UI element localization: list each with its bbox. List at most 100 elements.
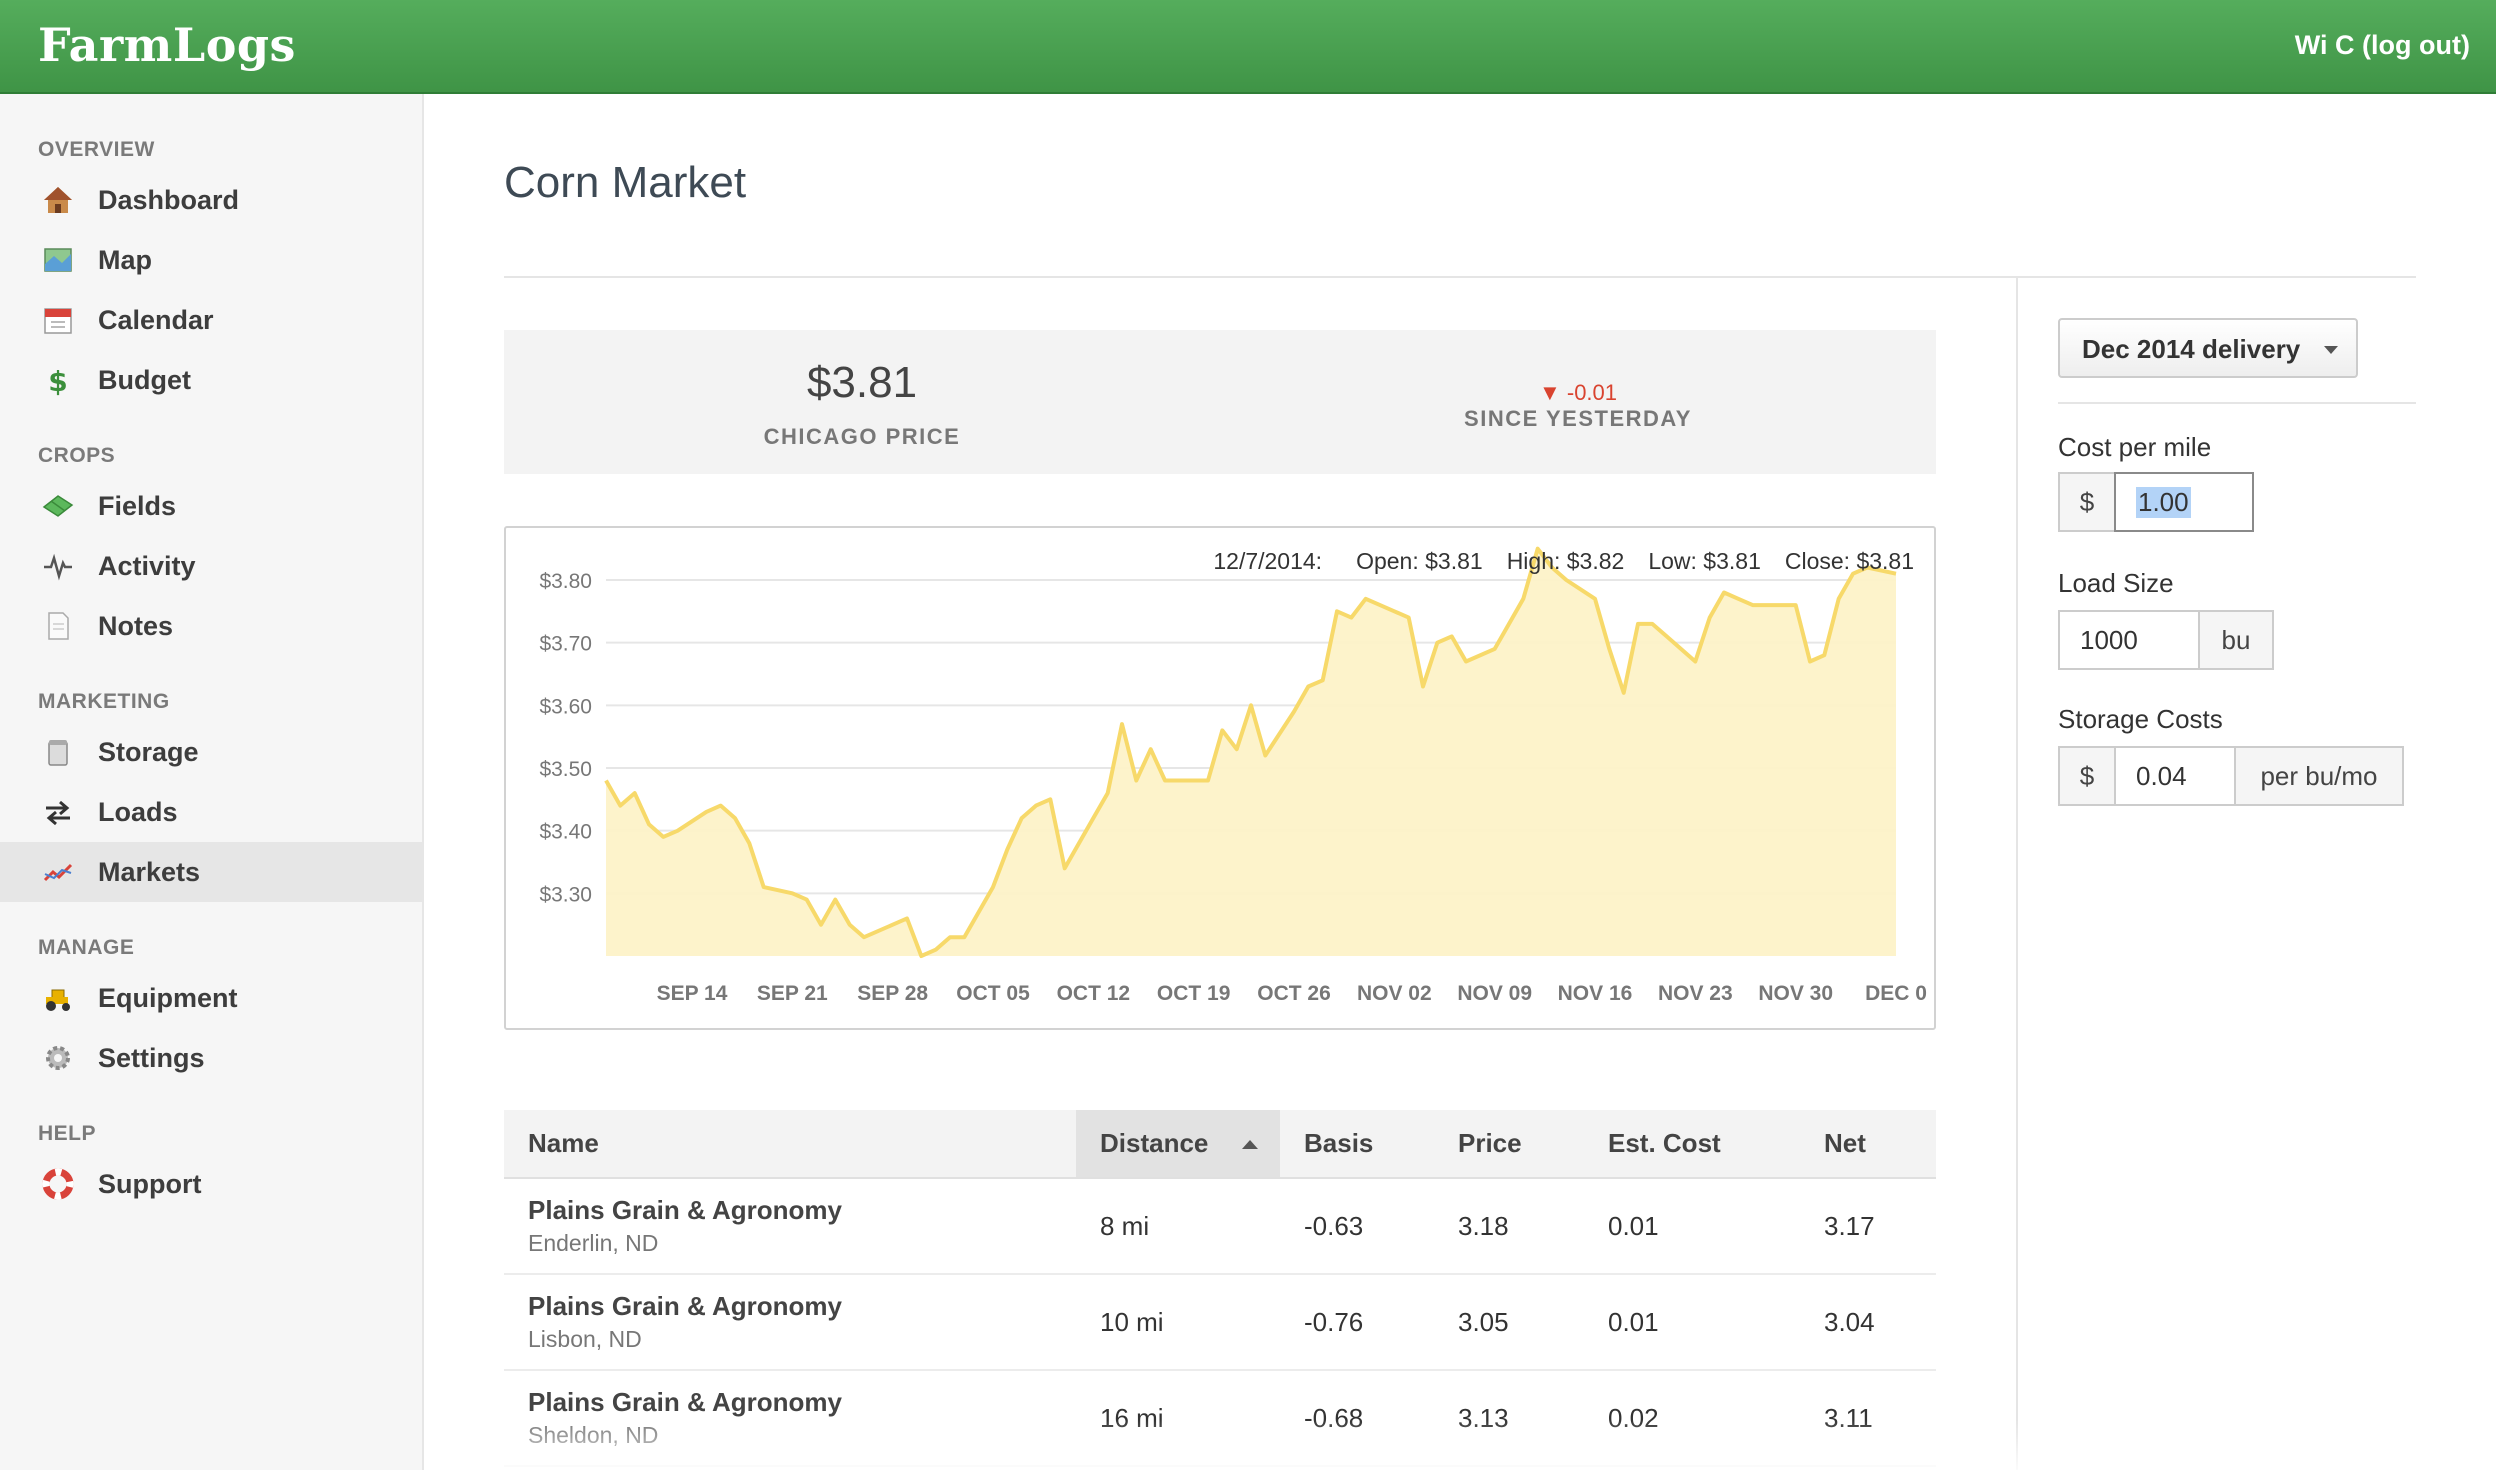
x-tick-label: DEC 0 (1865, 982, 1927, 1005)
cell-distance: 16 mi (1076, 1370, 1280, 1467)
elevator-location: Lisbon, ND (528, 1326, 642, 1352)
cell-basis: -0.76 (1280, 1274, 1434, 1371)
column-header-name[interactable]: Name (504, 1110, 1076, 1179)
divider (2016, 278, 2018, 1470)
sidebar-item-map[interactable]: Map (0, 230, 422, 290)
sidebar-item-label: Notes (98, 611, 174, 641)
sidebar-item-notes[interactable]: Notes (0, 596, 422, 656)
cell-distance: 10 mi (1076, 1274, 1280, 1371)
cost-per-mile-input[interactable]: 1.00 (2114, 472, 2254, 532)
cell-net: 3.17 (1800, 1178, 1936, 1275)
cell-price: 3.05 (1434, 1274, 1584, 1371)
x-tick-label: SEP 21 (757, 982, 828, 1005)
sidebar-item-calendar[interactable]: Calendar (0, 290, 422, 350)
column-header-price[interactable]: Price (1434, 1110, 1584, 1179)
x-tick-label: OCT 05 (956, 982, 1030, 1005)
storage-costs-value: 0.04 (2136, 760, 2187, 791)
cell-net: 3.11 (1800, 1370, 1936, 1467)
chevron-down-icon (2324, 346, 2338, 354)
sidebar-item-activity[interactable]: Activity (0, 536, 422, 596)
storage-costs-group: $ 0.04 per bu/mo (2058, 746, 2404, 806)
sidebar-item-storage[interactable]: Storage (0, 722, 422, 782)
sidebar-item-label: Fields (98, 491, 177, 521)
sidebar-item-label: Loads (98, 797, 178, 827)
sidebar-item-label: Support (98, 1169, 202, 1199)
storage-costs-input[interactable]: 0.04 (2114, 746, 2236, 806)
table-row[interactable]: Plains Grain & Agronomy Enderlin, ND 8 mi… (504, 1178, 1936, 1275)
table-row[interactable]: Plains Grain & Agronomy Sheldon, ND 16 mi… (504, 1370, 1936, 1467)
elevator-location: Sheldon, ND (528, 1422, 659, 1448)
section-title-manage: MANAGE (38, 936, 135, 959)
price-chart-svg[interactable]: $3.80 $3.70 $3.60 $3.50 $3.40 $3.30 SEP 14 SEP … (506, 528, 1934, 1028)
x-tick-label: SEP 14 (657, 982, 728, 1005)
gear-icon (46, 1046, 70, 1070)
house-icon (44, 187, 72, 213)
column-header-basis[interactable]: Basis (1280, 1110, 1434, 1179)
cell-name: Plains Grain & Agronomy Lisbon, ND (504, 1274, 1076, 1371)
column-header-net[interactable]: Net (1800, 1110, 1936, 1179)
y-tick-label: $3.40 (539, 821, 592, 844)
y-tick-label: $3.50 (539, 758, 592, 781)
sidebar-item-label: Calendar (98, 305, 214, 335)
load-size-label: Load Size (2058, 568, 2174, 598)
sort-ascending-icon (1242, 1140, 1258, 1149)
load-size-group: 1000 bu (2058, 610, 2274, 670)
cost-per-mile-label: Cost per mile (2058, 432, 2212, 462)
cost-per-mile-group: $ 1.00 (2058, 472, 2254, 532)
sidebar-item-fields[interactable]: Fields (0, 476, 422, 536)
top-bar: FarmLogs Wi C (log out) (0, 0, 2496, 94)
x-tick-label: NOV 02 (1357, 982, 1432, 1005)
cell-price: 3.13 (1434, 1370, 1584, 1467)
sidebar-item-support[interactable]: Support (0, 1154, 422, 1214)
cell-distance: 8 mi (1076, 1178, 1280, 1275)
sidebar-item-budget[interactable]: $ Budget (0, 350, 422, 410)
x-tick-label: NOV 23 (1658, 982, 1733, 1005)
sidebar-item-label: Activity (98, 551, 196, 581)
y-tick-label: $3.70 (539, 633, 592, 656)
elevator-name: Plains Grain & Agronomy (528, 1387, 842, 1417)
sidebar-item-dashboard[interactable]: Dashboard (0, 170, 422, 230)
price-chart[interactable]: $3.80 $3.70 $3.60 $3.50 $3.40 $3.30 SEP 14 SEP … (504, 526, 1936, 1030)
page-title: Corn Market (504, 158, 747, 207)
cell-est-cost: 0.01 (1584, 1178, 1800, 1275)
sidebar-item-loads[interactable]: Loads (0, 782, 422, 842)
sidebar-item-equipment[interactable]: Equipment (0, 968, 422, 1028)
tooltip-open: Open: $3.81 (1356, 548, 1483, 574)
cell-est-cost: 0.01 (1584, 1274, 1800, 1371)
field-icon (42, 495, 74, 517)
load-size-input[interactable]: 1000 (2058, 610, 2200, 670)
table-row[interactable]: Plains Grain & Agronomy Lisbon, ND 10 mi … (504, 1274, 1936, 1371)
tooltip-low: Low: $3.81 (1648, 548, 1761, 574)
sidebar-item-label: Equipment (98, 983, 238, 1013)
user-logout-link[interactable]: Wi C (log out) (2295, 30, 2470, 61)
x-tick-label: NOV 09 (1457, 982, 1532, 1005)
column-header-est-cost[interactable]: Est. Cost (1584, 1110, 1800, 1179)
tractor-icon (46, 989, 70, 1011)
tooltip-close: Close: $3.81 (1784, 548, 1914, 574)
column-header-label: Distance (1100, 1128, 1209, 1158)
section-title-help: HELP (38, 1122, 97, 1145)
x-tick-label: OCT 26 (1257, 982, 1331, 1005)
x-tick-label: OCT 12 (1057, 982, 1131, 1005)
map-icon (44, 248, 72, 272)
x-tick-label: NOV 16 (1558, 982, 1633, 1005)
sidebar-item-label: Dashboard (98, 185, 240, 215)
brand-logo[interactable]: FarmLogs (38, 18, 296, 72)
chicago-price-label: CHICAGO PRICE (763, 424, 961, 449)
lifebuoy-icon (42, 1168, 74, 1200)
delivery-month-select[interactable]: Dec 2014 delivery (2058, 318, 2358, 378)
sidebar-item-label: Map (98, 245, 152, 275)
storage-icon (48, 740, 68, 766)
column-header-distance[interactable]: Distance (1076, 1110, 1280, 1179)
divider (2058, 402, 2416, 404)
svg-text:$: $ (48, 365, 67, 396)
cost-per-mile-value: 1.00 (2136, 486, 2191, 518)
sidebar-item-settings[interactable]: Settings (0, 1028, 422, 1088)
sidebar-item-label: Settings (98, 1043, 205, 1073)
elevator-location: Enderlin, ND (528, 1230, 659, 1256)
elevator-name: Plains Grain & Agronomy (528, 1291, 842, 1321)
sidebar-item-markets[interactable]: Markets (0, 842, 422, 902)
cell-basis: -0.68 (1280, 1370, 1434, 1467)
sidebar: OVERVIEW Dashboard Map Calendar $ Budget… (0, 94, 424, 1470)
x-tick-label: NOV 30 (1758, 982, 1833, 1005)
